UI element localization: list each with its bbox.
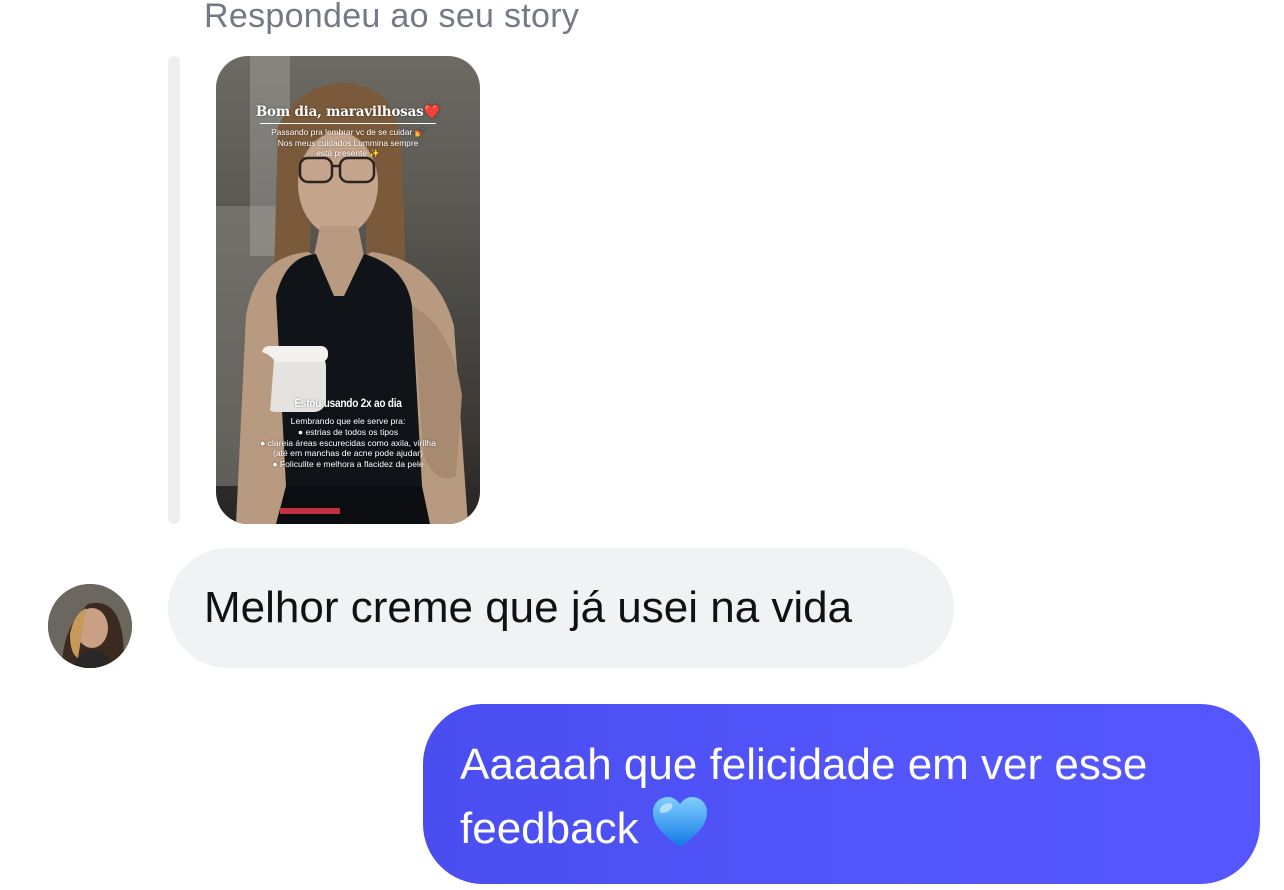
story-subtitle-line: Passando pra lembrar vc de se cuidar 💅 — [271, 127, 425, 137]
reply-indicator-bar — [168, 56, 180, 524]
outgoing-message-text: feedback — [460, 804, 639, 853]
story-subtitle-line: está presente ✨ — [316, 148, 380, 158]
blue-heart-icon — [652, 797, 707, 847]
story-list-line: ● estrias de todos os tipos — [297, 426, 399, 437]
story-preview[interactable]: Bom dia, maravilhosas❤️ Passando pra lem… — [216, 56, 480, 524]
story-subtitle-line: Nos meus cuidados Lummina sempre — [277, 137, 419, 148]
chat-thread: Respondeu ao seu story Bom dia, maravilh… — [0, 0, 1284, 890]
story-list-line: ● Foliculite e melhora a flacidez da pel… — [272, 459, 424, 470]
user-avatar-icon — [48, 584, 132, 668]
story-title: Bom dia, maravilhosas❤️ — [255, 104, 441, 120]
story-list-line: Lembrando que ele serve pra: — [290, 416, 406, 426]
story-title-underline — [260, 123, 436, 124]
incoming-message-text: Melhor creme que já usei na vida — [204, 583, 853, 632]
outgoing-message-line: Aaaaah que felicidade em ver esse — [460, 740, 1148, 789]
story-heading: Estou usando 2x ao dia — [294, 398, 402, 410]
outgoing-message-line-2: feedback — [460, 795, 1230, 859]
story-reply-caption: Respondeu ao seu story — [204, 0, 580, 35]
story-list-line: ● clareia áreas escurecidas como axila, … — [260, 437, 436, 448]
story-subtitle: Passando pra lembrar vc de se cuidar 💅 N… — [216, 127, 480, 159]
incoming-message-bubble[interactable]: Melhor creme que já usei na vida — [168, 548, 954, 668]
story-benefits-list: Lembrando que ele serve pra: ● estrias d… — [216, 416, 480, 470]
outgoing-message-bubble[interactable]: Aaaaah que felicidade em ver esse feedba… — [423, 704, 1260, 884]
contact-avatar[interactable] — [48, 584, 132, 668]
story-list-line: (até em manchas de acne pode ajudar) — [272, 448, 423, 459]
